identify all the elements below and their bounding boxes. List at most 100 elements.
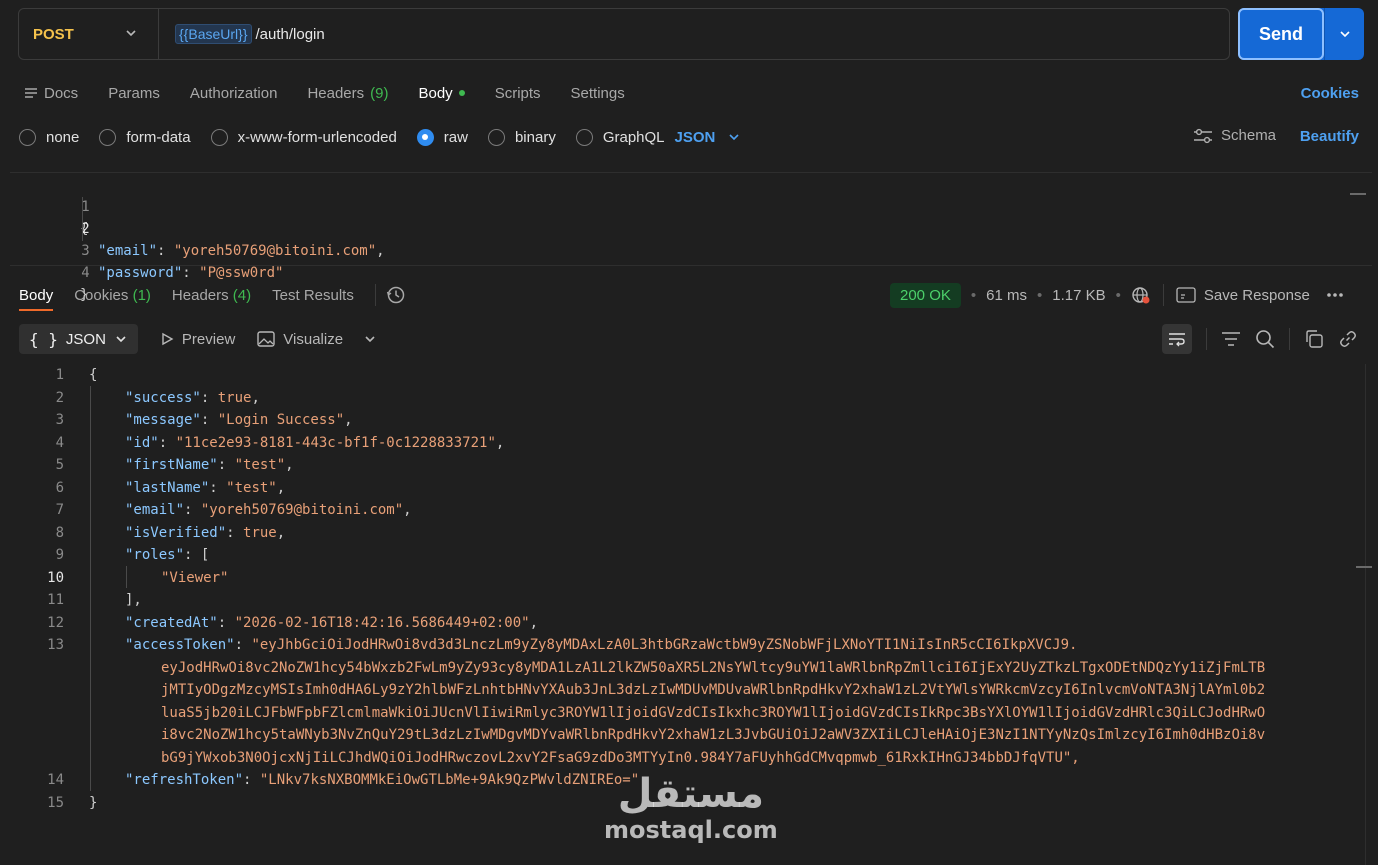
json-key: "password": [98, 265, 183, 281]
divider: [1162, 284, 1164, 306]
request-url-bar: POST {{BaseUrl}} /auth/login: [18, 8, 1230, 60]
tab-response-body[interactable]: Body: [19, 287, 54, 311]
scrollbar-track: [1365, 364, 1366, 865]
send-options-button[interactable]: [1324, 8, 1364, 60]
tab-params[interactable]: Params: [108, 85, 160, 102]
url-path: /auth/login: [255, 25, 325, 43]
copy-icon[interactable]: [1304, 329, 1324, 349]
json-brace: {: [89, 367, 98, 383]
request-body-editor[interactable]: 1 { 2 "email": "yoreh50769@bitoini.com",…: [10, 172, 1372, 303]
search-icon[interactable]: [1255, 329, 1275, 349]
json-bracket: ],: [125, 592, 142, 608]
link-icon[interactable]: [1338, 329, 1358, 349]
response-view-tools: [1162, 324, 1358, 354]
radio-binary[interactable]: binary: [487, 128, 556, 146]
response-time[interactable]: 61 ms: [986, 287, 1027, 304]
visualize-button[interactable]: Visualize: [257, 331, 343, 348]
tab-body-label: Body: [418, 84, 453, 102]
request-tabs: Docs Params Authorization Headers (9) Bo…: [24, 82, 655, 104]
scrollbar[interactable]: [1356, 566, 1372, 568]
chevron-down-icon: [1339, 31, 1350, 38]
preview-button[interactable]: Preview: [160, 331, 235, 348]
radio-form-data[interactable]: form-data: [99, 128, 191, 146]
json-key: "lastName": [125, 479, 210, 496]
filter-icon[interactable]: [1221, 331, 1241, 347]
response-size[interactable]: 1.17 KB: [1052, 287, 1105, 304]
schema-button[interactable]: Schema: [1193, 127, 1276, 144]
save-example-icon: [1176, 287, 1196, 303]
radio-urlencoded[interactable]: x-www-form-urlencoded: [210, 128, 397, 146]
line-number: 7: [55, 502, 64, 518]
radio-form-data-label: form-data: [126, 128, 191, 146]
url-variable[interactable]: {{BaseUrl}}: [175, 24, 252, 44]
tab-cookies-count: (1): [132, 286, 151, 304]
json-boolean: true: [217, 389, 252, 406]
tab-test-results[interactable]: Test Results: [272, 287, 354, 304]
tab-authorization[interactable]: Authorization: [190, 85, 278, 102]
tab-scripts[interactable]: Scripts: [495, 85, 541, 102]
json-key: "isVerified": [125, 524, 227, 541]
json-key: "accessToken": [125, 637, 235, 653]
raw-format-select[interactable]: JSON: [675, 129, 742, 146]
url-input[interactable]: {{BaseUrl}} /auth/login: [159, 24, 325, 44]
tab-headers[interactable]: Headers (9): [307, 85, 388, 102]
radio-circle: [99, 128, 117, 146]
response-format-select[interactable]: { } JSON: [19, 324, 138, 354]
line-number: 15: [47, 794, 64, 811]
line-number: 1: [55, 367, 64, 383]
status-badge[interactable]: 200 OK: [890, 282, 961, 308]
json-string-wrap: jMTIyODgzMzcyMSIsImh0dHA6Ly9zY2hlbWFzLnh…: [161, 682, 1266, 698]
tab-docs[interactable]: Docs: [24, 85, 78, 102]
docs-icon: [25, 88, 37, 98]
response-toolbar: { } JSON Preview Visualize: [19, 324, 377, 354]
json-key: "firstName": [125, 457, 218, 473]
network-globe-icon[interactable]: [1131, 285, 1151, 305]
response-meta: 200 OK • 61 ms • 1.17 KB • Save Response: [890, 282, 1344, 308]
chevron-down-icon[interactable]: [363, 332, 377, 346]
tab-body[interactable]: Body: [418, 84, 465, 102]
divider: [374, 284, 376, 306]
json-string-wrap: luaS5jb20iLCJFbWFpbFZlcmlmaWkiOiJUcnVlIi…: [161, 704, 1266, 721]
more-options-icon[interactable]: [1326, 292, 1344, 298]
radio-urlencoded-label: x-www-form-urlencoded: [237, 128, 397, 146]
modified-dot-icon: [458, 90, 465, 96]
radio-circle: [487, 128, 505, 146]
chevron-down-icon: [126, 30, 136, 37]
indent-guide: [82, 197, 83, 241]
tab-headers-label: Headers: [307, 84, 365, 102]
beautify-button[interactable]: Beautify: [1300, 128, 1359, 145]
line-number: 8: [55, 524, 64, 541]
line-number: 4: [81, 265, 90, 281]
schema-label: Schema: [1221, 127, 1277, 144]
radio-circle: [575, 128, 593, 146]
radio-raw[interactable]: raw: [416, 128, 468, 146]
wrap-lines-button[interactable]: [1162, 324, 1192, 354]
cookies-link[interactable]: Cookies: [1301, 85, 1359, 102]
radio-raw-label: raw: [443, 128, 468, 146]
method-label: POST: [33, 25, 74, 43]
tab-docs-label: Docs: [44, 84, 79, 102]
radio-circle-selected: [416, 128, 434, 146]
tab-settings[interactable]: Settings: [571, 85, 625, 102]
json-string: "Viewer": [161, 569, 229, 586]
save-response-button[interactable]: Save Response: [1176, 287, 1310, 304]
json-string: "eyJhbGciOiJodHRwOi8vd3d3LnczLm9yZy8yMDA…: [251, 637, 1078, 653]
line-number: 3: [55, 412, 64, 428]
radio-circle: [19, 128, 36, 146]
method-select[interactable]: POST: [19, 9, 159, 59]
tab-headers-label: Headers: [171, 286, 229, 304]
json-string-wrap: eyJodHRwOi8vc2NoZW1hcy54bWxzb2FwLm9yZy93…: [161, 659, 1266, 676]
json-key: "createdAt": [125, 614, 218, 631]
tab-response-headers[interactable]: Headers (4): [172, 287, 251, 304]
radio-none[interactable]: none: [19, 128, 79, 146]
tab-headers-count: (9): [370, 84, 389, 102]
scrollbar[interactable]: [1350, 193, 1366, 195]
tab-response-cookies[interactable]: Cookies (1): [74, 287, 151, 304]
history-icon[interactable]: [386, 285, 406, 305]
raw-format-label: JSON: [674, 128, 716, 146]
indent-guide: [90, 386, 91, 791]
send-button[interactable]: Send: [1238, 8, 1324, 60]
line-number: 11: [47, 592, 64, 608]
radio-graphql[interactable]: GraphQL: [575, 128, 665, 146]
line-number: 6: [55, 479, 64, 496]
